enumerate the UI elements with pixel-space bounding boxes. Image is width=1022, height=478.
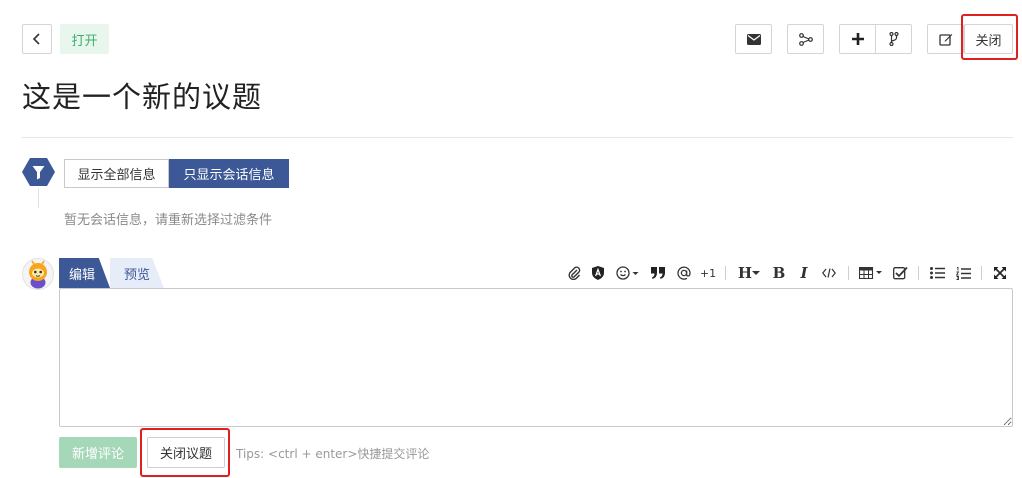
plus-one-button[interactable]: +1 — [698, 263, 718, 283]
heading-label: H — [737, 264, 753, 282]
code-icon — [822, 268, 836, 278]
toolbar-divider — [848, 266, 849, 280]
new-issue-button[interactable] — [840, 25, 875, 53]
page-title: 这是一个新的议题 — [22, 80, 263, 114]
caret-down-icon — [752, 271, 761, 275]
highlight-box-close-issue — [140, 428, 230, 477]
paperclip-icon — [568, 266, 580, 280]
comment-editor[interactable] — [59, 288, 1013, 427]
at-sign-icon — [677, 266, 691, 280]
avatar — [22, 258, 54, 290]
quote-icon — [651, 267, 665, 279]
quote-button[interactable] — [649, 263, 667, 283]
divider — [22, 137, 1013, 138]
emoji-button[interactable] — [614, 263, 642, 283]
attach-button[interactable] — [566, 263, 582, 283]
smile-icon — [616, 266, 639, 280]
ordered-list-button[interactable] — [954, 263, 972, 283]
empty-message: 暂无会话信息，请重新选择过滤条件 — [64, 213, 273, 228]
shield-icon — [592, 266, 604, 280]
chevron-left-icon — [32, 33, 40, 45]
list-ol-icon — [955, 266, 971, 280]
expand-icon — [994, 267, 1006, 279]
plus-icon — [851, 33, 864, 45]
bullet-list-button[interactable] — [928, 263, 946, 283]
toolbar-divider — [981, 266, 982, 280]
fullscreen-button[interactable] — [991, 263, 1009, 283]
tab-preview[interactable]: 预览 — [110, 258, 164, 288]
timeline-line — [38, 188, 39, 208]
filter-icon — [22, 158, 55, 186]
subscribe-button[interactable] — [735, 24, 772, 54]
filter-option-conversation[interactable]: 只显示会话信息 — [169, 159, 289, 188]
tips-text: Tips: <ctrl + enter>快捷提交评论 — [236, 447, 430, 461]
bold-button[interactable]: B — [770, 263, 788, 283]
table-icon — [859, 267, 882, 279]
branch-button[interactable] — [875, 25, 911, 53]
table-button[interactable] — [857, 263, 885, 283]
filter-option-all[interactable]: 显示全部信息 — [64, 159, 169, 188]
back-button[interactable] — [22, 24, 52, 54]
list-ul-icon — [929, 267, 945, 279]
mail-icon — [746, 33, 761, 45]
code-button[interactable] — [820, 263, 838, 283]
task-list-button[interactable] — [891, 263, 909, 283]
add-comment-button[interactable]: 新增评论 — [59, 437, 137, 468]
filter-segmented-control: 显示全部信息 只显示会话信息 — [64, 159, 289, 188]
heading-button[interactable]: H — [734, 263, 764, 283]
share-button[interactable] — [787, 24, 824, 54]
code-fork-icon — [888, 32, 899, 46]
checkbox-icon — [892, 266, 908, 280]
italic-button[interactable]: I — [795, 263, 813, 283]
share-icon — [798, 32, 813, 46]
edit-button[interactable] — [927, 24, 964, 54]
create-button-group — [839, 24, 912, 54]
toolbar-divider — [725, 266, 726, 280]
tab-edit[interactable]: 编辑 — [59, 258, 110, 288]
toolbar-divider — [918, 266, 919, 280]
mention-button[interactable] — [675, 263, 693, 283]
mention-merge-button[interactable] — [590, 263, 606, 283]
edit-icon — [938, 34, 952, 46]
highlight-box-close — [961, 14, 1018, 60]
status-badge: 打开 — [60, 24, 109, 54]
